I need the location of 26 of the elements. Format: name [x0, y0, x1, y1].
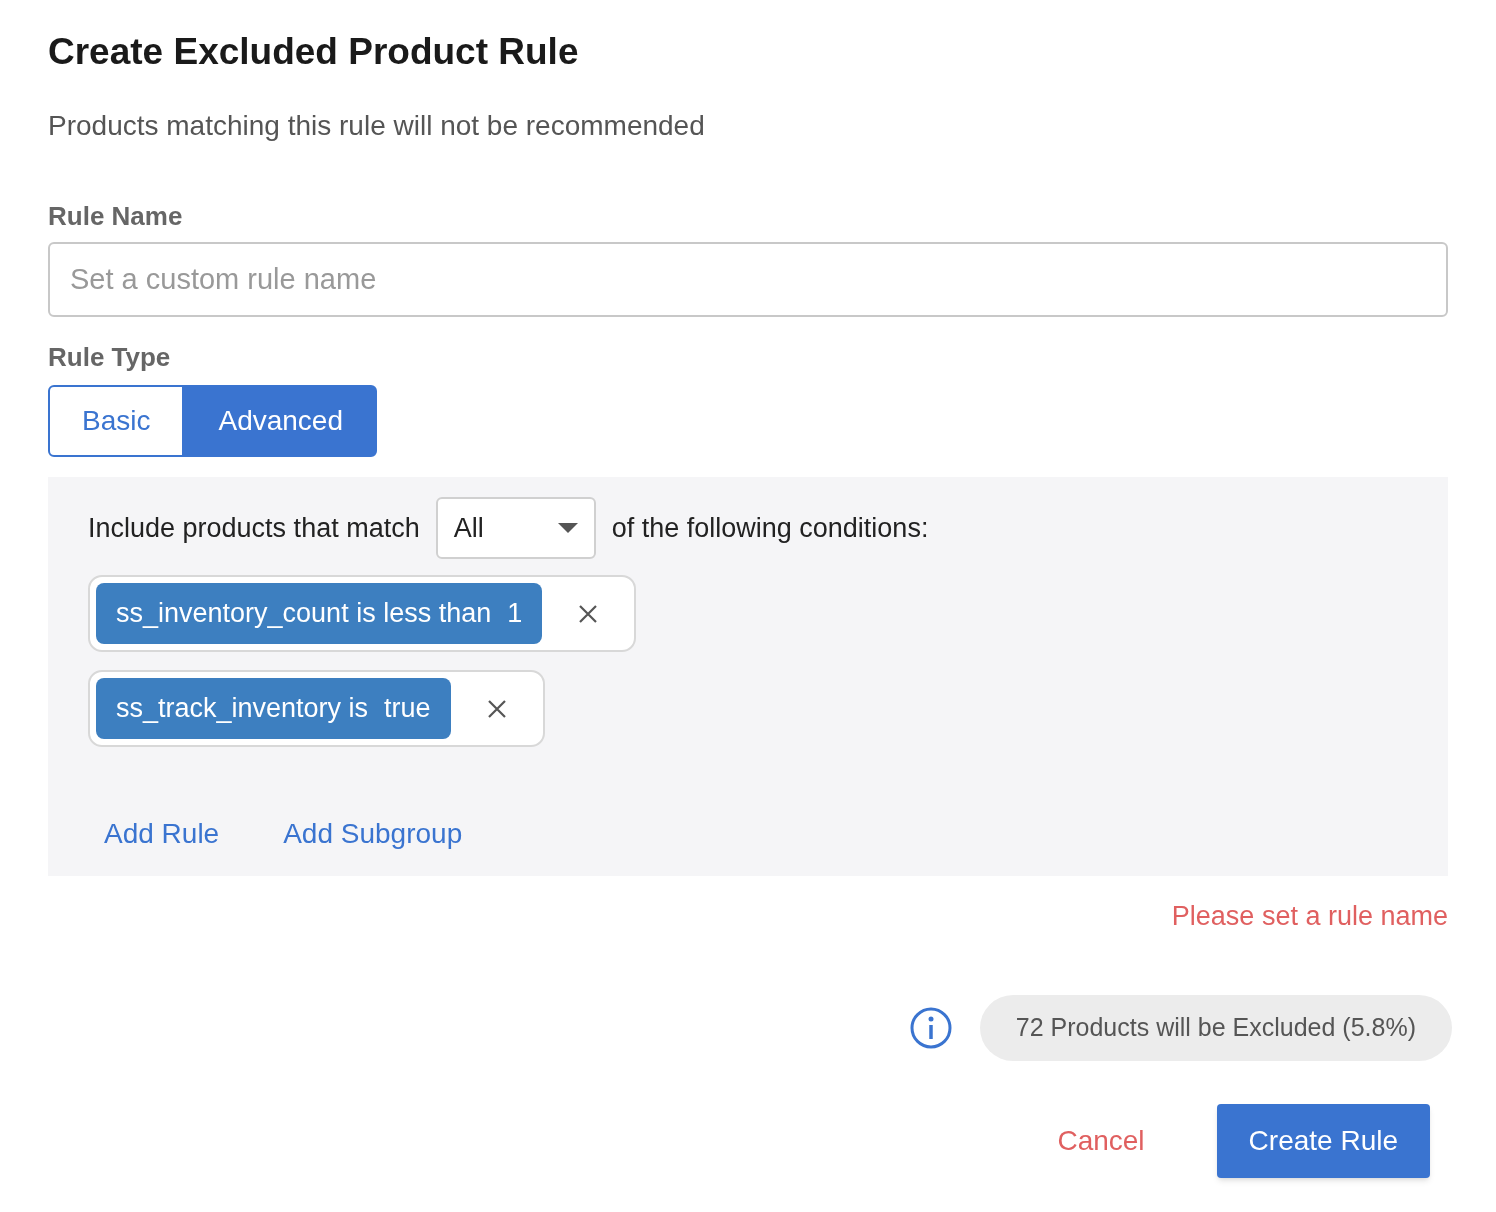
- conditions-prefix: Include products that match: [88, 511, 420, 545]
- caret-icon: [557, 523, 578, 533]
- condition-text: ss_inventory_count is less than: [116, 597, 492, 631]
- cancel-button[interactable]: Cancel: [1049, 1103, 1153, 1178]
- condition-value: 1: [507, 597, 523, 631]
- field-label: Rule Type: [48, 341, 172, 374]
- summary-badge: 72 Products will be Excluded (5.8%): [979, 994, 1452, 1061]
- conditions-suffix: of the following conditions:: [611, 511, 929, 545]
- dialog-subtitle: Products matching this rule will not be recommended: [48, 109, 706, 143]
- close-icon: [579, 604, 598, 623]
- condition-chip[interactable]: ss_track_inventory is true: [96, 678, 451, 739]
- error-message: Please set a rule name: [1171, 900, 1448, 933]
- match-dropdown[interactable]: All: [435, 497, 596, 559]
- add-link[interactable]: Add Rule: [104, 813, 220, 855]
- condition-chip[interactable]: ss_inventory_count is less than 1: [96, 583, 543, 644]
- close-icon: [487, 699, 506, 718]
- dialog-title: Create Excluded Product Rule: [48, 30, 580, 74]
- field-label: Rule Name: [48, 200, 184, 233]
- add-link[interactable]: Add Subgroup: [283, 813, 463, 855]
- info-icon[interactable]: [909, 1006, 952, 1049]
- condition-text: ss_track_inventory is: [116, 692, 369, 726]
- rule-type-tab[interactable]: Advanced: [184, 385, 377, 457]
- rule-type-tab[interactable]: Basic: [48, 385, 185, 457]
- condition-value: true: [384, 692, 431, 726]
- rule-name-field[interactable]: Set a custom rule name: [48, 242, 1448, 317]
- create-rule-button[interactable]: Create Rule: [1216, 1103, 1430, 1178]
